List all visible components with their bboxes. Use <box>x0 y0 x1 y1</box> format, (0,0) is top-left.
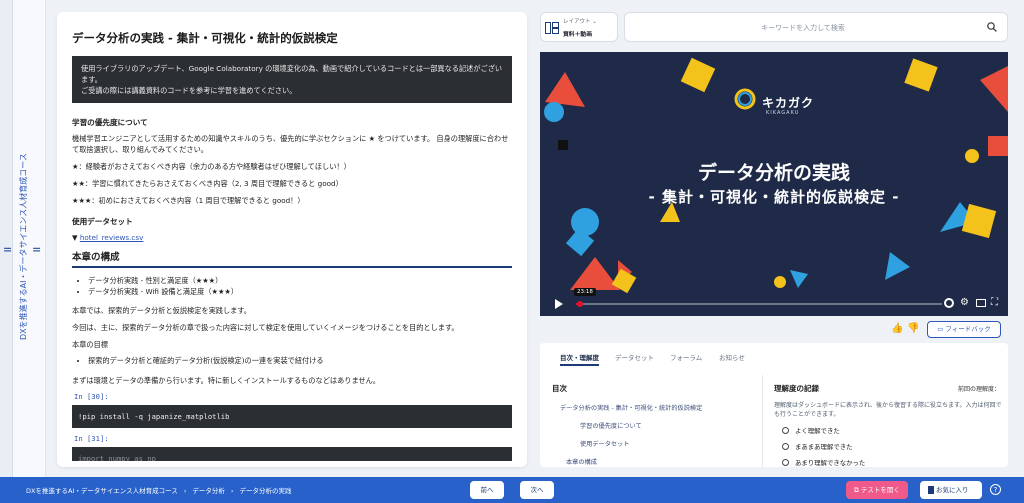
left-rail: = = DXを推進するAI・データサイエンス人材育成コース <box>0 0 46 477</box>
search-icon[interactable] <box>987 22 997 32</box>
time-badge: 23:18 <box>574 288 596 296</box>
priority-heading: 学習の優先度について <box>72 118 148 127</box>
breadcrumb-course[interactable]: DXを推進するAI・データサイエンス人材育成コース <box>26 487 178 495</box>
feedback-button[interactable]: ▭ フィードバック <box>927 321 1001 338</box>
priority-text: 機械学習エンジニアとして活用するための知識やスキルのうち、優先的に学ぶセクション… <box>72 134 509 154</box>
toc-item[interactable]: 学習の優先度について <box>552 421 752 430</box>
video-subtitle: - 集計・可視化・統計的仮説検定 - <box>648 188 900 206</box>
breadcrumb: DXを推進するAI・データサイエンス人材育成コース › データ分析 › データ分析の実践 <box>26 485 292 495</box>
previous-level: 前回の理解度： <box>957 386 1000 393</box>
goal-heading: 本章の目標 <box>72 340 108 349</box>
radio-label: よく理解できた <box>795 427 840 435</box>
paragraph: 今回は、主に、探索的データ分析の章で扱った内容に対して検定を使用していくイメージ… <box>72 323 459 332</box>
radio-icon[interactable] <box>782 459 789 466</box>
toc-heading: 目次 <box>552 384 567 393</box>
tab-toc[interactable]: 目次・理解度 <box>560 352 599 366</box>
brand-name: キカガク <box>762 96 815 110</box>
structure-list: データ分析実践 - 性別と満足度（★★★） データ分析実践 - Wifi 設備と… <box>88 276 512 297</box>
toc-item[interactable]: 本章の構成 <box>552 457 752 466</box>
favorite-label: お気に入り <box>936 486 969 494</box>
article-panel: データ分析の実践 - 集計・可視化・統計的仮説検定 使用ライブラリのアップデート… <box>57 12 527 467</box>
radio-label: まあまあ理解できた <box>795 443 853 451</box>
notice-line-2: ご受講の際には講義資料のコードを参考に学習を進めてください。 <box>81 86 297 95</box>
layout-label: レイアウト ⌄ <box>563 19 597 25</box>
thumbs-down-icon[interactable]: 👎 <box>907 323 919 334</box>
tab-dataset[interactable]: データセット <box>615 352 654 362</box>
breadcrumb-current: データ分析の実践 <box>239 487 292 495</box>
progress-knob[interactable] <box>576 301 583 307</box>
feedback-label: フィードバック <box>945 325 991 333</box>
dataset-heading: 使用データセット <box>72 217 133 226</box>
breadcrumb-sep: › <box>183 487 187 495</box>
breadcrumb-section[interactable]: データ分析 <box>192 487 225 495</box>
radio-option[interactable]: よく理解できた <box>774 426 1004 435</box>
list-item: 探索的データ分析と確証的データ分析(仮説検定)の一連を実装で紐付ける <box>88 356 512 367</box>
thumbs-up-icon[interactable]: 👍 <box>891 323 903 334</box>
toc-item[interactable]: データ分析の実践 - 集計・可視化・統計的仮説検定 <box>552 403 752 412</box>
layout-icon <box>545 22 559 34</box>
understanding-section: 理解度の記録 前回の理解度： 理解度はダッシュボードに表示され、後から復習する際… <box>774 383 1004 467</box>
star2-text: ★★：学習に慣れてきたらおさえておくべき内容（2, 3 周目で理解できると go… <box>72 179 343 188</box>
dataset-arrow-icon[interactable]: ▼ <box>72 233 78 242</box>
paragraph: 本章では、探索的データ分析と仮説検定を実践します。 <box>72 306 251 315</box>
radio-icon[interactable] <box>782 427 789 434</box>
collapse-grip-icon[interactable]: = <box>3 243 12 256</box>
play-icon[interactable] <box>554 298 564 310</box>
divider <box>762 375 763 467</box>
radio-label: あまり理解できなかった <box>795 459 866 467</box>
list-item: データ分析実践 - Wifi 設備と満足度（★★★） <box>88 287 512 298</box>
toc-section: 目次 データ分析の実践 - 集計・可視化・統計的仮説検定 学習の優先度について … <box>552 383 752 467</box>
next-button[interactable]: 次へ <box>520 481 554 499</box>
favorite-button[interactable]: お気に入り <box>920 481 982 499</box>
radio-option[interactable]: あまり理解できなかった <box>774 458 1004 467</box>
search-input[interactable] <box>633 19 973 37</box>
prev-button[interactable]: 前へ <box>470 481 504 499</box>
pip-icon[interactable] <box>976 299 986 307</box>
video-player[interactable]: キカガク KIKAGAKU データ分析の実践 - 集計・可視化・統計的仮説検定 … <box>540 52 1008 316</box>
article-title: データ分析の実践 - 集計・可視化・統計的仮説検定 <box>72 31 338 45</box>
goal-list: 探索的データ分析と確証的データ分析(仮説検定)の一連を実装で紐付ける <box>88 356 512 367</box>
star3-text: ★★★：初めにおさえておくべき内容（1 周目で理解できると good！） <box>72 196 305 205</box>
dataset-link[interactable]: hotel_reviews.csv <box>80 233 144 242</box>
test-label: テストを開く <box>860 486 900 494</box>
understanding-desc: 理解度はダッシュボードに表示され、後から復習する際に役立ちます。入力は何回でも行… <box>774 402 1002 418</box>
course-title-vertical[interactable]: DXを推進するAI・データサイエンス人材育成コース <box>18 140 36 340</box>
video-title: データ分析の実践 <box>697 162 850 184</box>
layout-value: 資料＋動画 <box>563 32 592 38</box>
cell-label: In [30]: <box>74 391 109 401</box>
dataset-row: ▼ hotel_reviews.csv <box>72 232 512 243</box>
cell-label: In [31]: <box>74 433 109 443</box>
bottom-bar: DXを推進するAI・データサイエンス人材育成コース › データ分析 › データ分析の実践… <box>0 477 1024 503</box>
progress-bar[interactable] <box>576 301 942 307</box>
volume-icon[interactable] <box>944 298 954 308</box>
open-test-button[interactable]: ⧉ テストを開く <box>846 481 908 499</box>
radio-option[interactable]: まあまあ理解できた <box>774 442 1004 451</box>
bookmark-icon <box>928 486 934 494</box>
structure-heading: 本章の構成 <box>72 249 512 268</box>
toc-item[interactable]: 使用データセット <box>552 439 752 448</box>
gear-icon[interactable]: ⚙ <box>960 297 969 308</box>
search-bar <box>624 12 1008 42</box>
notice-box: 使用ライブラリのアップデート、Google Colaboratory の環境変化… <box>72 56 512 103</box>
tab-panel: 目次・理解度 データセット フォーラム お知らせ 目次 データ分析の実践 - 集… <box>540 343 1008 467</box>
star1-text: ★：経験者がおさえておくべき内容（余力のある方や経験者はぜひ理解してほしい！） <box>72 162 351 171</box>
rail-stripe <box>0 0 13 477</box>
radio-icon[interactable] <box>782 443 789 450</box>
tab-news[interactable]: お知らせ <box>719 352 745 362</box>
help-icon[interactable]: ? <box>990 484 1001 495</box>
breadcrumb-sep: › <box>230 487 234 495</box>
tab-forum[interactable]: フォーラム <box>670 352 702 362</box>
list-item: データ分析実践 - 性別と満足度（★★★） <box>88 276 512 287</box>
fullscreen-icon[interactable]: ⛶ <box>991 297 998 308</box>
paragraph: まずは環境とデータの準備から行います。特に新しくインストールするものなどはありま… <box>72 375 380 385</box>
code-cell[interactable]: !pip install -q japanize_matplotlib <box>72 404 512 428</box>
code-cell[interactable]: import numpy as np <box>72 446 512 461</box>
external-link-icon: ⧉ <box>854 486 861 494</box>
layout-button[interactable]: レイアウト ⌄ 資料＋動画 <box>540 12 618 42</box>
notice-line-1: 使用ライブラリのアップデート、Google Colaboratory の環境変化… <box>81 64 503 84</box>
brand-sub: KIKAGAKU <box>766 110 800 116</box>
